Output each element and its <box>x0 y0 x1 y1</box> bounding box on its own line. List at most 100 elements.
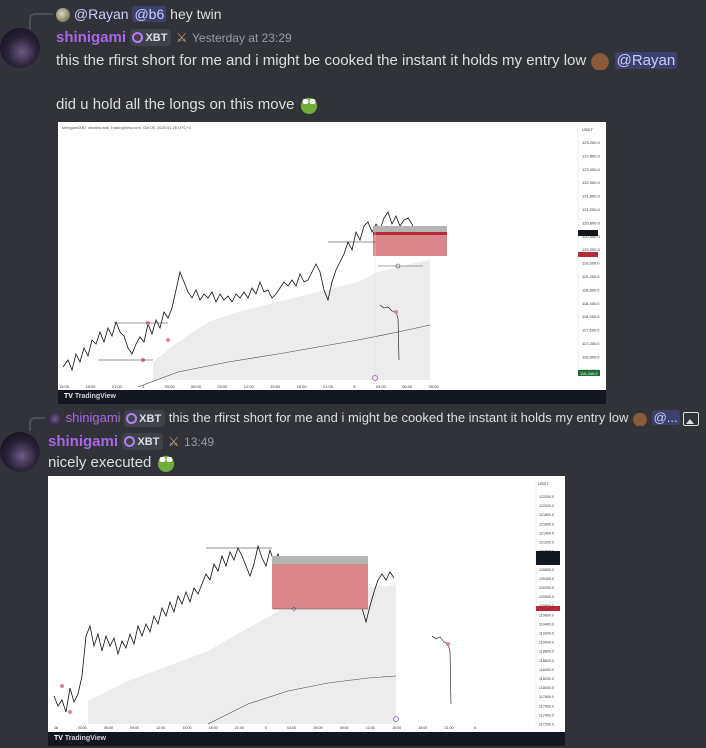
chart-1-time-label-12: 03:00 <box>376 384 387 389</box>
message-header-2: shinigami XBT ⚔ 13:49 <box>48 433 214 451</box>
chart-2-time-label-16: 6 <box>474 726 476 730</box>
message-text-3: nicely executed <box>48 454 152 471</box>
chart-2-price-label-18: 118600.0 <box>539 659 554 663</box>
server-tag[interactable]: XBT <box>130 29 172 47</box>
chart-2-time-labels: 18 03:00 06:00 09:00 12:00 15:00 18:00 21:00 5 03… <box>54 726 476 730</box>
timestamp-2[interactable]: 13:49 <box>184 435 214 449</box>
message-text-2: did u hold all the longs on this move <box>56 96 295 113</box>
chart-1-proj-marker <box>394 310 398 314</box>
frog-emoji-icon-2 <box>155 454 176 473</box>
message-header: shinigami XBT ⚔ Yesterday at 23:29 <box>56 29 292 47</box>
avatar[interactable] <box>0 28 40 68</box>
reply-mention-user[interactable]: @Rayan <box>74 6 129 22</box>
chart-2-time-label-9: 03:00 <box>287 726 296 730</box>
chart-2-price-label-0: 122200.0 <box>539 495 554 499</box>
chart-2-time-label-4: 12:00 <box>156 726 165 730</box>
chart-2-price-label-17: 118800.0 <box>539 650 554 654</box>
chart-1-time-label-10: 21:00 <box>323 384 334 389</box>
chart-2-price-label-13: 119600.0 <box>539 613 554 617</box>
chart-1-time-label-7: 12:00 <box>244 384 255 389</box>
chart-1-price-label-16: 116,800.0 <box>582 354 600 359</box>
chart-image-2[interactable]: USDT 122200.0 122000.0 121800.0 121600.0 121… <box>48 476 565 746</box>
reply-avatar-2 <box>48 411 62 426</box>
tag-badge-icon-2 <box>124 436 136 448</box>
reply-mention-2[interactable]: @... <box>651 410 680 425</box>
chart-1-time-label-13: 06:00 <box>402 384 413 389</box>
chart-2-price-badge <box>536 551 560 565</box>
chart-1-header: shinigamiXBT created with TradingView.co… <box>62 125 192 130</box>
message-line-3: nicely executed <box>48 454 176 473</box>
chart-2-footer: TradingView <box>48 732 565 746</box>
chart-2-time-label-5: 15:00 <box>183 726 192 730</box>
chart-1-time-label-4: 03:00 <box>165 384 176 389</box>
chart-2-time-label-1: 03:00 <box>78 726 87 730</box>
chart-1-time-label-9: 18:00 <box>297 384 308 389</box>
chart-1-time-label-0: 15:00 <box>59 384 70 389</box>
username-2[interactable]: shinigami <box>48 433 118 450</box>
chart-2-currency: USDT <box>538 481 549 486</box>
chart-2-price-label-14: 119400.0 <box>539 622 554 626</box>
chart-1-price-label-3: 122,000.0 <box>582 180 601 185</box>
chart-1-price-label-2: 122,400.0 <box>582 167 601 172</box>
image-attachment-icon <box>683 411 700 426</box>
reply-preview[interactable]: @Rayan @b6 hey twin <box>56 6 222 23</box>
chart-2-price-label-4: 121400.0 <box>539 531 554 535</box>
chart-1-price-label-5: 121,200.0 <box>582 207 601 212</box>
chart-2-price-label-15: 119200.0 <box>539 632 554 636</box>
reply-tag-label: XBT <box>139 412 162 425</box>
chart-2-time-label-13: 15:00 <box>392 726 401 730</box>
chart-1-price-label-0: 123,200.0 <box>582 140 601 145</box>
chart-2-time-label-12: 12:00 <box>366 726 375 730</box>
chart-1-price-label-14: 117,600.0 <box>582 328 600 333</box>
chart-1-red-badge <box>578 252 598 257</box>
chart-1-price-label-9: 119,600.0 <box>582 261 600 266</box>
timestamp[interactable]: Yesterday at 23:29 <box>192 31 292 45</box>
chart-1-price-badge <box>578 230 598 236</box>
reply-mention-role[interactable]: @b6 <box>132 6 167 22</box>
chart-2-time-label-15: 21:00 <box>445 726 454 730</box>
chart-1-price-label-6: 120,800.0 <box>582 220 601 225</box>
bear-emoji-icon-2 <box>631 411 648 426</box>
chart-1-shaded-area <box>153 260 430 380</box>
chart-2-stop-zone <box>272 556 368 564</box>
chart-image-1[interactable]: shinigamiXBT created with TradingView.co… <box>58 122 606 404</box>
reply-preview-2[interactable]: shinigami XBT this the rfirst short for … <box>48 410 700 428</box>
chart-2-target-zone <box>272 564 368 609</box>
chart-2-price-label-8: 120600.0 <box>539 568 554 572</box>
chart-2-price-label-9: 120400.0 <box>539 577 554 581</box>
chart-1-price-label-12: 118,400.0 <box>582 301 600 306</box>
chart-1-price-label-1: 122,800.0 <box>582 153 601 158</box>
reply-connector-2 <box>29 417 45 431</box>
chart-2-price-label-11: 120000.0 <box>539 595 554 599</box>
chart-2-price-label-1: 122000.0 <box>539 504 554 508</box>
message-mention[interactable]: @Rayan <box>614 52 678 69</box>
tag-label: XBT <box>145 31 168 44</box>
chart-2-time-label-3: 09:00 <box>130 726 139 730</box>
chart-2-svg: USDT 122200.0 122000.0 121800.0 121600.0 121… <box>53 481 560 730</box>
reply-username-2[interactable]: shinigami <box>66 410 121 425</box>
chart-2-price-label-22: 117800.0 <box>539 695 554 699</box>
chart-1-time-label-5: 06:00 <box>191 384 202 389</box>
chart-1-price-label-10: 119,200.0 <box>582 274 600 279</box>
avatar-2[interactable] <box>0 432 40 472</box>
chart-2-price-label-23: 117600.0 <box>539 704 554 708</box>
chart-1-time-label-8: 15:00 <box>270 384 281 389</box>
chart-1-stop-zone <box>373 226 447 233</box>
reply-text: hey twin <box>170 6 222 22</box>
chart-2-price-label-20: 118200.0 <box>539 677 554 681</box>
chart-2-time-label-11: 09:00 <box>340 726 349 730</box>
chart-2-pink-dot <box>60 684 64 688</box>
username[interactable]: shinigami <box>56 29 126 46</box>
chart-2-price-label-10: 120200.0 <box>539 586 554 590</box>
reply-connector <box>29 13 53 29</box>
message-text: this the rfirst short for me and i might… <box>56 52 587 69</box>
chart-1-currency: USDT <box>582 127 593 132</box>
server-tag-2[interactable]: XBT <box>122 433 164 451</box>
frog-emoji-icon <box>298 96 319 115</box>
chart-1-price-label-11: 118,800.0 <box>582 287 600 292</box>
tag-label-2: XBT <box>137 435 160 448</box>
tag-badge-icon <box>132 32 144 44</box>
chart-2-pink-dot-2 <box>68 710 72 714</box>
chart-1-last-price-text: 116,340.0 <box>580 371 598 376</box>
chart-2-time-label-0: 18 <box>54 726 58 730</box>
